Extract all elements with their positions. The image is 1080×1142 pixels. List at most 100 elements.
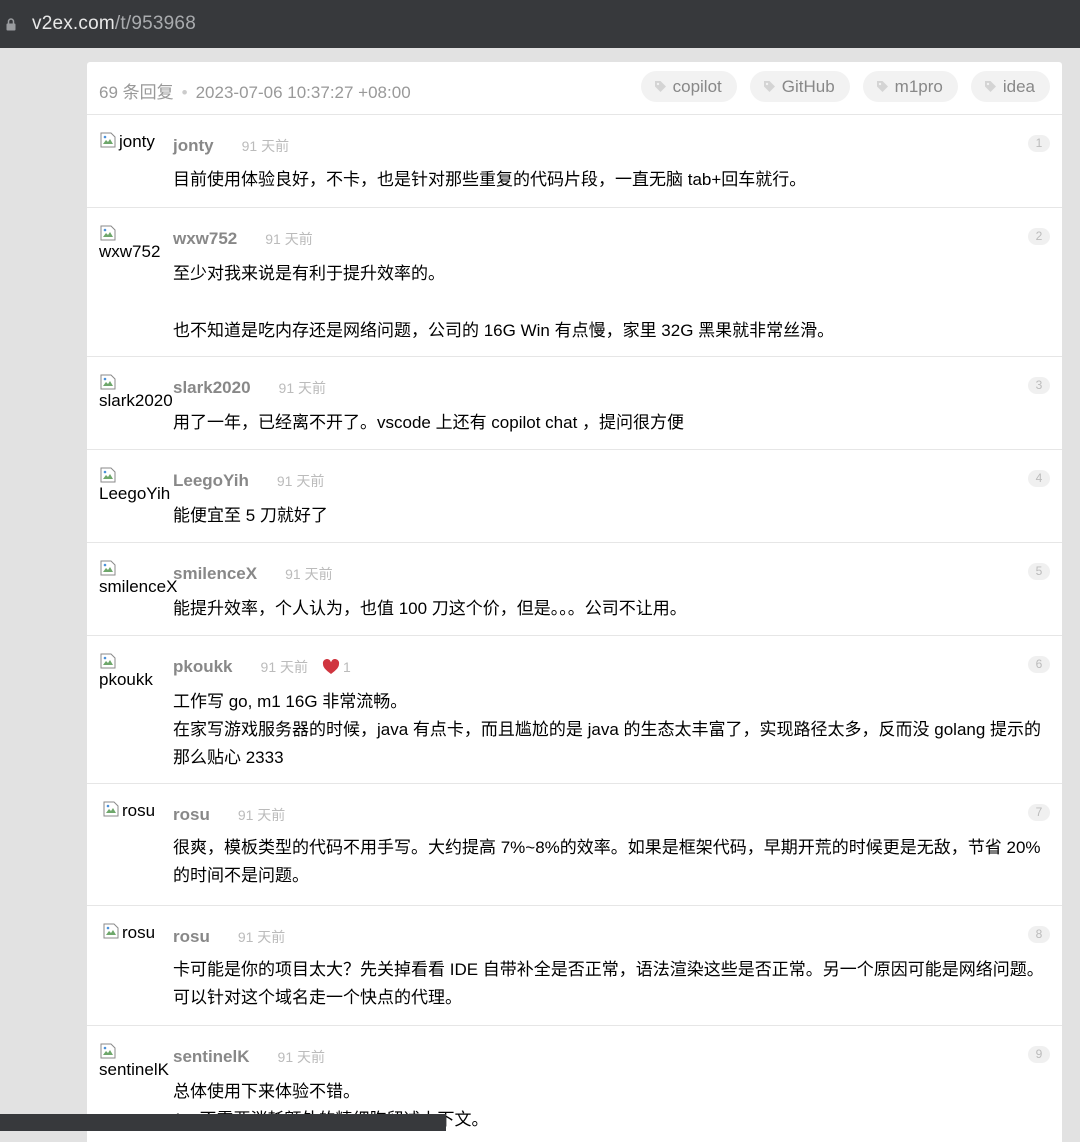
reply-item: slark2020 slark2020 91 天前 3 用了一年，已经离不开了。…: [87, 357, 1062, 450]
reply-header: slark2020 91 天前: [173, 377, 326, 399]
reply-content: 卡可能是你的项目太大？先关掉看看 IDE 自带补全是否正常，语法渲染这些是否正常…: [173, 956, 1048, 1012]
reply-item: wxw752 wxw752 91 天前 2 至少对我来说是有利于提升效率的。 也…: [87, 208, 1062, 357]
avatar[interactable]: rosu: [102, 800, 174, 822]
reply-header: smilenceX 91 天前: [173, 563, 333, 585]
avatar[interactable]: jonty: [99, 131, 171, 153]
topic-meta: 69 条回复 • 2023-07-06 10:37:27 +08:00: [99, 78, 411, 103]
reply-item: rosu rosu 91 天前 8 卡可能是你的项目太大？先关掉看看 IDE 自…: [87, 906, 1062, 1026]
tag-idea[interactable]: idea: [970, 71, 1050, 102]
reply-header: rosu 91 天前: [173, 926, 285, 948]
reply-time: 91 天前: [237, 929, 286, 945]
broken-image-icon: [102, 922, 120, 940]
url-host: v2ex.com: [32, 13, 115, 34]
reply-time: 91 天前: [265, 231, 313, 247]
reply-text: 在家写游戏服务器的时候，java 有点卡，而且尴尬的是 java 的生态太丰富了…: [173, 720, 1042, 767]
reply-content: 目前使用体验良好，不卡，也是针对那些重复的代码片段，一直无脑 tab+回车就行。: [173, 166, 1048, 194]
avatar[interactable]: LeegoYih: [99, 466, 171, 505]
reply-header: LeegoYih 91 天前: [173, 470, 324, 492]
floor-number: 3: [1028, 377, 1050, 394]
avatar[interactable]: smilenceX: [99, 559, 178, 598]
topic-meta-header: 69 条回复 • 2023-07-06 10:37:27 +08:00 copilo…: [87, 62, 1062, 115]
floor-number: 8: [1028, 926, 1050, 943]
username-link[interactable]: wxw752: [173, 229, 237, 249]
reply-text: 很爽，模板类型的代码不用手写。大约提高 7%~8%的效率。如果是框架代码，早期开…: [173, 838, 1041, 885]
lock-icon: [6, 17, 16, 31]
avatar-alt-text: slark2020: [99, 391, 173, 410]
reply-text: 工作写 go, m1 16G 非常流畅。: [173, 692, 408, 711]
username-link[interactable]: smilenceX: [173, 564, 257, 584]
reply-header: sentinelK 91 天前: [173, 1046, 325, 1068]
reply-item: rosu rosu 91 天前 7 很爽，模板类型的代码不用手写。大约提高 7%…: [87, 784, 1062, 906]
floor-number: 6: [1028, 656, 1050, 673]
username-link[interactable]: rosu: [173, 927, 210, 947]
avatar-alt-text: wxw752: [99, 242, 161, 261]
reply-text: 总体使用下来体验不错。: [173, 1082, 360, 1101]
floor-number: 9: [1028, 1046, 1050, 1063]
tag-icon: [984, 81, 996, 92]
username-link[interactable]: sentinelK: [173, 1047, 250, 1067]
reply-content: 至少对我来说是有利于提升效率的。 也不知道是吃内存还是网络问题，公司的 16G …: [173, 260, 1048, 345]
floor-number: 5: [1028, 563, 1050, 580]
reply-text: 能便宜至 5 刀就好了: [173, 506, 328, 525]
reply-time: 91 天前: [276, 473, 325, 489]
heart-icon: [322, 659, 340, 674]
tag-icon: [876, 81, 888, 92]
floor-number: 2: [1028, 228, 1050, 245]
topic-timestamp: 2023-07-06 10:37:27 +08:00: [195, 83, 411, 102]
reply-time: 91 天前: [285, 566, 333, 582]
reply-item: LeegoYih LeegoYih 91 天前 4 能便宜至 5 刀就好了: [87, 450, 1062, 543]
broken-image-icon: [99, 466, 117, 484]
username-link[interactable]: LeegoYih: [173, 471, 249, 491]
broken-image-icon: [102, 800, 120, 818]
avatar[interactable]: wxw752: [99, 224, 171, 263]
reply-item: jonty jonty 91 天前 1 目前使用体验良好，不卡，也是针对那些重复…: [87, 115, 1062, 208]
broken-image-icon: [99, 652, 117, 670]
reply-header: wxw752 91 天前: [173, 228, 313, 250]
url-path: /t/953968: [114, 13, 196, 34]
avatar-alt-text: sentinelK: [99, 1060, 169, 1079]
tag-label: copilot: [672, 76, 722, 96]
replies-box: 69 条回复 • 2023-07-06 10:37:27 +08:00 copilo…: [87, 62, 1062, 1142]
url-text[interactable]: v2ex.com/t/953968: [32, 13, 196, 35]
meta-separator: •: [181, 83, 188, 102]
reply-time: 91 天前: [237, 807, 286, 823]
tag-label: idea: [1002, 76, 1035, 96]
username-link[interactable]: slark2020: [173, 378, 251, 398]
avatar-alt-text: pkoukk: [99, 670, 153, 689]
thanks-counter: 1: [322, 659, 351, 675]
tag-icon: [654, 81, 666, 92]
tag-m1pro[interactable]: m1pro: [862, 71, 958, 102]
reply-header: jonty 91 天前: [173, 135, 289, 157]
browser-address-bar[interactable]: v2ex.com/t/953968: [0, 0, 1080, 48]
avatar[interactable]: slark2020: [99, 373, 173, 412]
floor-number: 4: [1028, 470, 1050, 487]
floor-number: 1: [1028, 135, 1050, 152]
reply-count: 69 条回复: [99, 83, 174, 102]
tag-icon: [763, 81, 775, 92]
username-link[interactable]: rosu: [173, 805, 210, 825]
reply-item: smilenceX smilenceX 91 天前 5 能提升效率，个人认为，也…: [87, 543, 1062, 636]
broken-image-icon: [99, 131, 117, 149]
reply-text: 用了一年，已经离不开了。vscode 上还有 copilot chat ，提问很…: [173, 413, 685, 432]
avatar[interactable]: sentinelK: [99, 1042, 171, 1081]
reply-time: 91 天前: [278, 380, 326, 396]
avatar-alt-text: LeegoYih: [99, 484, 171, 503]
reply-time: 91 天前: [260, 659, 308, 675]
tag-copilot[interactable]: copilot: [640, 71, 737, 102]
reply-text: 也不知道是吃内存还是网络问题，公司的 16G Win 有点慢，家里 32G 黑果…: [173, 321, 835, 340]
username-link[interactable]: pkoukk: [173, 657, 233, 677]
avatar[interactable]: rosu: [102, 922, 174, 944]
username-link[interactable]: jonty: [173, 136, 214, 156]
avatar-alt-text: jonty: [119, 132, 155, 151]
avatar[interactable]: pkoukk: [99, 652, 171, 691]
reply-header: rosu 91 天前: [173, 804, 285, 826]
tag-github[interactable]: GitHub: [749, 71, 850, 102]
reply-text: 能提升效率，个人认为，也值 100 刀这个价，但是。。。公司不让用。: [173, 599, 687, 618]
avatar-alt-text: smilenceX: [99, 577, 178, 596]
reply-time: 91 天前: [277, 1049, 325, 1065]
broken-image-icon: [99, 559, 117, 577]
reply-text: 至少对我来说是有利于提升效率的。: [173, 264, 445, 283]
avatar-alt-text: rosu: [122, 923, 156, 942]
reply-header: pkoukk 91 天前 1: [173, 656, 351, 678]
reply-content: 能提升效率，个人认为，也值 100 刀这个价，但是。。。公司不让用。: [173, 595, 1048, 623]
